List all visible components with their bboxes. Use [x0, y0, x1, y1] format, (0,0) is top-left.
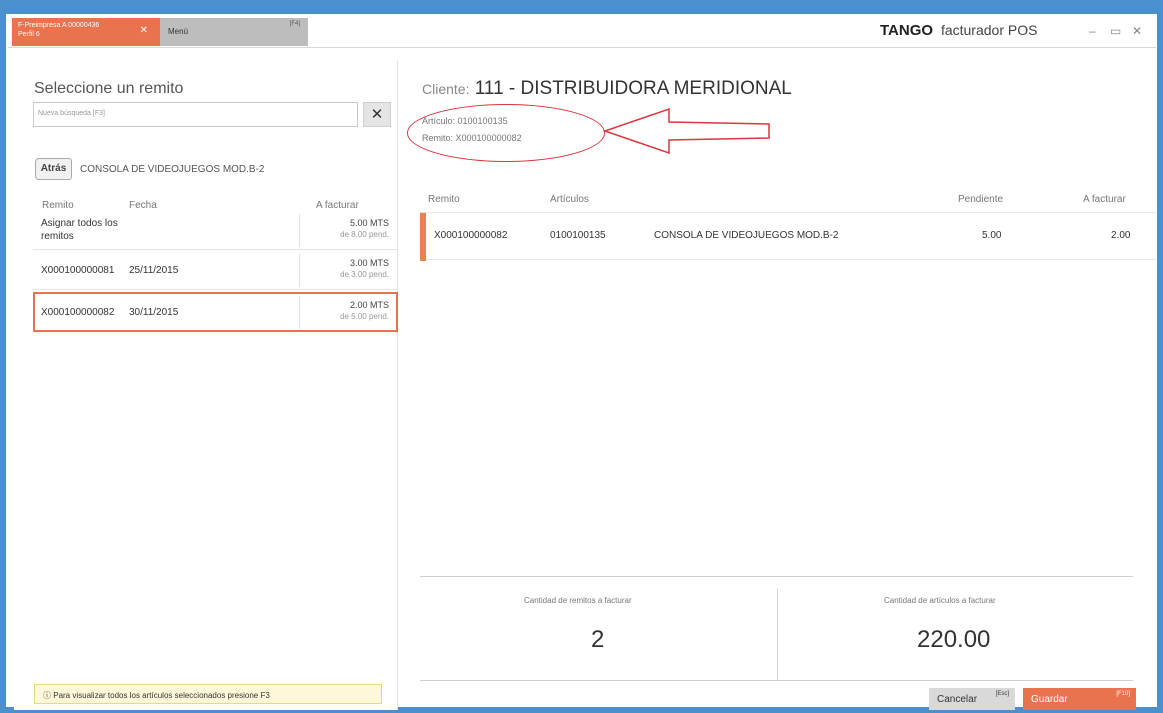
tab-menu[interactable]: Menú [F4]	[160, 18, 308, 46]
column-header-articulos: Artículos	[550, 194, 589, 205]
breadcrumb: CONSOLA DE VIDEOJUEGOS MOD.B-2	[80, 164, 265, 175]
cell-pendiente: 5.00	[982, 230, 1002, 241]
row-selection-marker	[420, 213, 426, 261]
column-header-remito: Remito	[428, 194, 460, 205]
list-item-remito[interactable]: X000100000081 25/11/2015 3.00 MTS de 3.0…	[33, 252, 398, 290]
clear-search-icon[interactable]: ✕	[363, 102, 391, 127]
maximize-icon[interactable]: ▭	[1110, 24, 1121, 38]
column-header-remito: Remito	[42, 200, 74, 211]
minimize-icon[interactable]: –	[1089, 24, 1096, 38]
summary-divider	[420, 576, 1133, 577]
tab-invoice-title: F-Preimpresa A 00000436	[18, 22, 100, 29]
row-amount: 5.00 MTS de 8.00 pend.	[299, 214, 397, 247]
hint-text: Para visualizar todos los artículos sele…	[53, 691, 270, 700]
row-amount: 3.00 MTS de 3.00 pend.	[299, 254, 397, 287]
row-fecha: 25/11/2015	[129, 265, 179, 276]
cell-remito: X000100000082	[434, 230, 508, 241]
list-item-remito-selected[interactable]: X000100000082 30/11/2015 2.00 MTS de 5.0…	[33, 292, 398, 332]
articulos-count-label: Cantidad de artículos a facturar	[884, 596, 996, 605]
client-label: Cliente:	[422, 81, 470, 97]
hint-message: ⓘ Para visualizar todos los artículos se…	[34, 684, 382, 704]
column-header-fecha: Fecha	[129, 200, 157, 211]
column-header-pendiente: Pendiente	[958, 194, 1004, 205]
button-bar-divider	[420, 680, 1133, 681]
list-item-assign-all[interactable]: Asignar todos los remitos 5.00 MTS de 8.…	[33, 212, 398, 250]
row-amount-value: 3.00 MTS	[349, 258, 389, 268]
cell-articulo: 0100100135	[550, 230, 606, 241]
product-name: facturador POS	[940, 22, 1038, 38]
client-separator: -	[508, 78, 516, 99]
tango-logo: TANGO	[880, 22, 934, 39]
annotation-ellipse	[407, 104, 605, 162]
cell-descripcion: CONSOLA DE VIDEOJUEGOS MOD.B-2	[654, 230, 839, 241]
row-amount-value: 5.00 MTS	[349, 218, 389, 228]
annotation-arrow-icon	[603, 107, 770, 155]
row-remito: Asignar todos los remitos	[41, 218, 118, 242]
save-button[interactable]: Guardar [F10]	[1023, 688, 1136, 710]
save-hotkey: [F10]	[1116, 691, 1130, 697]
tab-menu-label: Menú	[168, 27, 189, 36]
client-header: Cliente: 111 - DISTRIBUIDORA MERIDIONAL	[422, 78, 792, 100]
close-window-icon[interactable]: ✕	[1132, 24, 1142, 38]
column-header-a-facturar: A facturar	[316, 200, 359, 211]
row-amount-value: 2.00 MTS	[349, 300, 389, 310]
remitos-count-label: Cantidad de remitos a facturar	[524, 596, 632, 605]
summary-column-divider	[777, 588, 778, 680]
row-fecha: 30/11/2015	[129, 307, 179, 318]
brand: TANGO facturador POS	[880, 22, 1037, 39]
cell-a-facturar: 2.00	[1111, 230, 1131, 241]
remito-selector-panel: Seleccione un remito Nueva búsqueda [F3]…	[14, 60, 398, 710]
articulos-count-value: 220.00	[917, 626, 991, 653]
row-remito: X000100000081	[41, 265, 115, 276]
row-amount: 2.00 MTS de 5.00 pend.	[299, 296, 397, 329]
client-name: DISTRIBUIDORA MERIDIONAL	[520, 78, 792, 99]
row-amount-pending: de 5.00 pend.	[340, 312, 389, 321]
row-amount-pending: de 3.00 pend.	[340, 270, 389, 279]
row-remito: X000100000082	[41, 307, 115, 318]
cancel-button[interactable]: Cancelar [Esc]	[929, 688, 1015, 710]
row-amount-pending: de 8.00 pend.	[340, 230, 389, 239]
save-label: Guardar	[1031, 694, 1068, 705]
panel-title: Seleccione un remito	[34, 80, 184, 97]
column-header-a-facturar: A facturar	[1083, 194, 1126, 205]
search-input[interactable]: Nueva búsqueda [F3]	[33, 102, 358, 127]
tab-menu-hotkey: [F4]	[289, 21, 300, 27]
info-icon: ⓘ	[43, 691, 51, 700]
tab-close-icon[interactable]: ✕	[140, 26, 148, 36]
table-row[interactable]: X000100000082 0100100135 CONSOLA DE VIDE…	[420, 212, 1156, 261]
remitos-count-value: 2	[591, 626, 605, 653]
cancel-label: Cancelar	[937, 694, 978, 705]
client-code: 111	[474, 78, 504, 99]
tab-invoice-profile: Perfil 6	[18, 31, 40, 38]
cancel-hotkey: [Esc]	[995, 691, 1009, 697]
back-button[interactable]: Atrás	[35, 158, 72, 180]
tab-invoice[interactable]: F-Preimpresa A 00000436 Perfil 6 ✕	[12, 18, 160, 46]
